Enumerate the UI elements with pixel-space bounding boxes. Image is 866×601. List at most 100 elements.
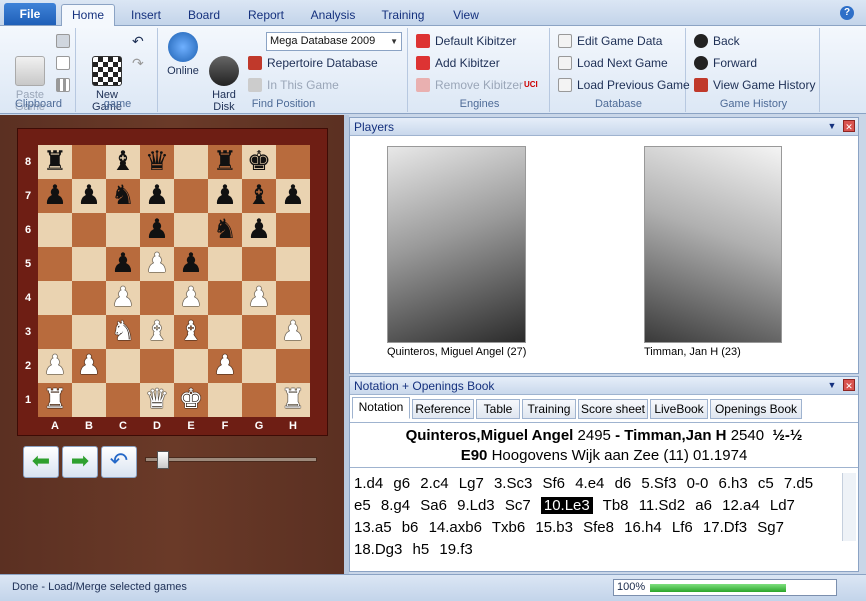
square-e8[interactable]: [174, 145, 208, 179]
move[interactable]: 19.f3: [439, 541, 472, 558]
square-g8[interactable]: ♚: [242, 145, 276, 179]
square-h5[interactable]: [276, 247, 310, 281]
square-f1[interactable]: [208, 383, 242, 417]
move[interactable]: Sc7: [505, 497, 531, 514]
square-g6[interactable]: ♟: [242, 213, 276, 247]
move[interactable]: b6: [402, 519, 419, 536]
white-pawn-icon[interactable]: ♟: [179, 282, 203, 313]
square-e7[interactable]: [174, 179, 208, 213]
move[interactable]: d6: [615, 475, 632, 492]
square-h1[interactable]: ♜: [276, 383, 310, 417]
move[interactable]: 10.Le3: [540, 497, 593, 514]
square-d5[interactable]: ♟: [140, 247, 174, 281]
square-c1[interactable]: [106, 383, 140, 417]
move[interactable]: Lg7: [459, 475, 484, 492]
tab-analysis[interactable]: Analysis: [305, 6, 361, 26]
move[interactable]: h5: [413, 541, 430, 558]
tab-insert[interactable]: Insert: [124, 6, 168, 26]
copy-button[interactable]: [56, 32, 75, 50]
move[interactable]: 15.b3: [535, 519, 573, 536]
square-c6[interactable]: [106, 213, 140, 247]
tab-home[interactable]: Home: [61, 4, 115, 27]
file-menu-button[interactable]: File: [4, 3, 56, 25]
square-f4[interactable]: [208, 281, 242, 315]
square-b2[interactable]: ♟: [72, 349, 106, 383]
white-rook-icon[interactable]: ♜: [281, 384, 305, 415]
move[interactable]: 5.Sf3: [641, 475, 676, 492]
square-b6[interactable]: [72, 213, 106, 247]
square-g5[interactable]: [242, 247, 276, 281]
square-a6[interactable]: [38, 213, 72, 247]
tab-board[interactable]: Board: [182, 6, 226, 26]
remove-kibitzer-button[interactable]: Remove Kibitzer: [416, 76, 523, 94]
white-bishop-icon[interactable]: ♝: [145, 316, 169, 347]
black-rook-icon[interactable]: ♜: [43, 146, 67, 177]
move[interactable]: 16.h4: [624, 519, 662, 536]
square-a8[interactable]: ♜: [38, 145, 72, 179]
move[interactable]: Sf6: [543, 475, 566, 492]
default-kibitzer-button[interactable]: Default Kibitzer: [416, 32, 516, 50]
square-b3[interactable]: [72, 315, 106, 349]
square-f5[interactable]: [208, 247, 242, 281]
square-f8[interactable]: ♜: [208, 145, 242, 179]
square-d2[interactable]: [140, 349, 174, 383]
white-pawn-icon[interactable]: ♟: [145, 248, 169, 279]
square-h2[interactable]: [276, 349, 310, 383]
black-pawn-icon[interactable]: ♟: [213, 180, 237, 211]
close-icon[interactable]: ✕: [843, 120, 855, 132]
white-queen-icon[interactable]: ♛: [145, 384, 169, 415]
notation-scrollbar[interactable]: [842, 473, 856, 541]
tab-training[interactable]: Training: [376, 6, 430, 26]
move[interactable]: 7.d5: [784, 475, 813, 492]
load-next-game-button[interactable]: Load Next Game: [558, 54, 668, 72]
black-queen-icon[interactable]: ♛: [145, 146, 169, 177]
move[interactable]: e5: [354, 497, 371, 514]
square-g1[interactable]: [242, 383, 276, 417]
square-e4[interactable]: ♟: [174, 281, 208, 315]
move[interactable]: Sg7: [757, 519, 784, 536]
move[interactable]: Tb8: [603, 497, 629, 514]
square-h6[interactable]: [276, 213, 310, 247]
online-button[interactable]: Online: [164, 32, 202, 77]
black-pawn-icon[interactable]: ♟: [43, 180, 67, 211]
black-king-icon[interactable]: ♚: [247, 146, 271, 177]
square-h3[interactable]: ♟: [276, 315, 310, 349]
forward-button[interactable]: Forward: [694, 54, 757, 72]
slider-thumb[interactable]: [157, 451, 169, 469]
square-f6[interactable]: ♞: [208, 213, 242, 247]
square-h8[interactable]: [276, 145, 310, 179]
move[interactable]: 13.a5: [354, 519, 392, 536]
black-pawn-icon[interactable]: ♟: [77, 180, 101, 211]
move[interactable]: 0-0: [687, 475, 709, 492]
white-pawn-icon[interactable]: ♟: [111, 282, 135, 313]
square-d3[interactable]: ♝: [140, 315, 174, 349]
black-pawn-icon[interactable]: ♟: [145, 214, 169, 245]
square-h4[interactable]: [276, 281, 310, 315]
white-pawn-icon[interactable]: ♟: [43, 350, 67, 381]
square-g4[interactable]: ♟: [242, 281, 276, 315]
tab-training[interactable]: Training: [522, 399, 576, 419]
square-e2[interactable]: [174, 349, 208, 383]
square-d1[interactable]: ♛: [140, 383, 174, 417]
load-previous-game-button[interactable]: Load Previous Game: [558, 76, 690, 94]
square-c8[interactable]: ♝: [106, 145, 140, 179]
square-b4[interactable]: [72, 281, 106, 315]
square-a1[interactable]: ♜: [38, 383, 72, 417]
tab-livebook[interactable]: LiveBook: [650, 399, 708, 419]
tab-table[interactable]: Table: [476, 399, 520, 419]
move[interactable]: 14.axb6: [429, 519, 482, 536]
square-g2[interactable]: [242, 349, 276, 383]
black-pawn-icon[interactable]: ♟: [111, 248, 135, 279]
in-this-game-button[interactable]: In This Game: [248, 76, 339, 94]
white-pawn-icon[interactable]: ♟: [281, 316, 305, 347]
move[interactable]: c5: [758, 475, 774, 492]
square-e5[interactable]: ♟: [174, 247, 208, 281]
move[interactable]: Sa6: [420, 497, 447, 514]
tab-notation[interactable]: Notation: [352, 397, 410, 419]
panel-menu-icon[interactable]: ▼: [826, 120, 838, 132]
square-d8[interactable]: ♛: [140, 145, 174, 179]
square-a4[interactable]: [38, 281, 72, 315]
undo-button[interactable]: ↶: [132, 32, 144, 50]
tab-view[interactable]: View: [446, 6, 486, 26]
copy-position-button[interactable]: [56, 54, 75, 72]
